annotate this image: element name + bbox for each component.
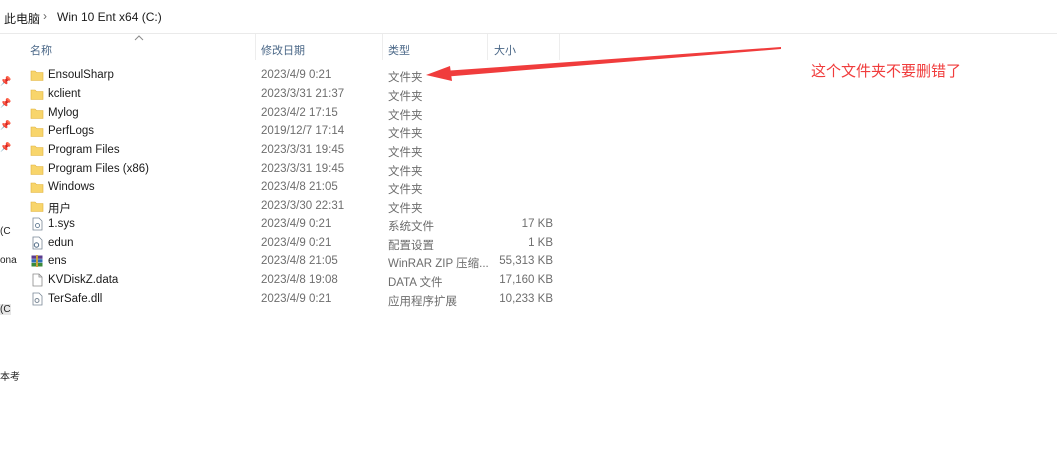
annotation-text: 这个文件夹不要删错了: [811, 63, 962, 80]
